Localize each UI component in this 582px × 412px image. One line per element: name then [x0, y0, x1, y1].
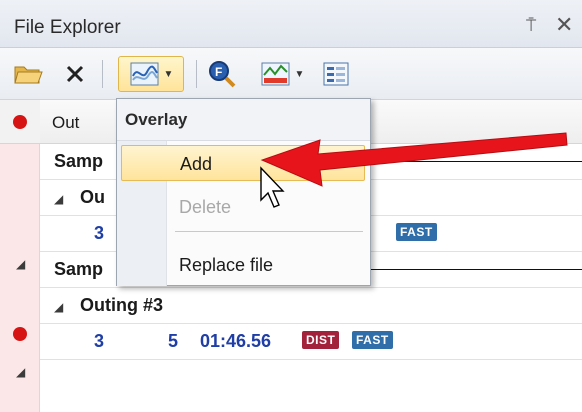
panel-titlebar: File Explorer ⍑ ✕ [0, 0, 582, 48]
toolbar-separator [102, 60, 103, 88]
menu-item-label: Delete [179, 197, 232, 217]
toolbar: ▼ F ▼ [0, 48, 582, 100]
find-button[interactable]: F [204, 56, 240, 92]
out-cell: 3 [94, 223, 105, 243]
collapse-triangle-icon[interactable]: ◢ [16, 257, 25, 271]
properties-icon [323, 62, 349, 86]
pin-icon[interactable]: ⍑ [526, 16, 536, 36]
menu-separator [175, 231, 363, 232]
menu-item-label: Replace file [179, 255, 274, 275]
menu-item-add[interactable]: Add [121, 145, 365, 181]
menu-header-label: Overlay [125, 110, 188, 129]
overlay-menu: Overlay Add Delete Replace file [116, 98, 371, 286]
color-chart-icon [261, 62, 290, 86]
chart-dropdown-button[interactable]: ▼ [252, 56, 312, 92]
subgroup-label: Outing #3 [80, 295, 164, 315]
overlay-chart-icon [130, 62, 159, 86]
out-cell: 3 [94, 331, 105, 351]
toolbar-separator [196, 60, 197, 88]
record-dot-icon [13, 115, 27, 129]
fast-badge: FAST [396, 223, 437, 241]
collapse-triangle-icon[interactable]: ◢ [54, 192, 63, 206]
group-label: Samp [54, 259, 104, 279]
overlay-line [370, 161, 582, 162]
menu-item-replace-file[interactable]: Replace file [121, 247, 365, 283]
fast-badge: FAST [352, 331, 393, 349]
menu-item-delete[interactable]: Delete [121, 189, 365, 225]
collapse-triangle-icon[interactable]: ◢ [54, 300, 63, 314]
out-column-header[interactable]: Out [52, 113, 79, 133]
collapse-triangle-icon[interactable]: ◢ [16, 365, 25, 379]
svg-text:F: F [215, 65, 222, 79]
menu-item-label: Add [180, 154, 213, 174]
folder-open-icon [14, 66, 43, 84]
record-dot-icon [13, 327, 27, 341]
overlay-line [370, 269, 582, 270]
close-icon [66, 65, 84, 83]
remove-button[interactable] [60, 56, 90, 92]
table-row[interactable]: 3 5 01:46.56 DIST FAST [40, 324, 582, 360]
lap-cell: 5 [168, 331, 179, 351]
menu-header: Overlay [117, 99, 370, 141]
dist-badge: DIST [302, 331, 340, 349]
open-file-button[interactable] [10, 56, 46, 92]
find-magnifier-icon: F [209, 61, 236, 88]
chevron-down-icon: ▼ [163, 68, 174, 80]
time-cell: 01:46.56 [200, 331, 272, 351]
overlay-dropdown-button[interactable]: ▼ [118, 56, 184, 92]
table-row[interactable]: ◢ Outing #3 [40, 288, 582, 324]
panel-title: File Explorer [14, 17, 121, 38]
gutter-header [0, 100, 40, 144]
subgroup-label: Ou [80, 187, 105, 207]
close-panel-icon[interactable]: ✕ [555, 12, 573, 38]
properties-button[interactable] [318, 56, 354, 92]
chevron-down-icon: ▼ [294, 68, 305, 80]
group-label: Samp [54, 151, 104, 171]
